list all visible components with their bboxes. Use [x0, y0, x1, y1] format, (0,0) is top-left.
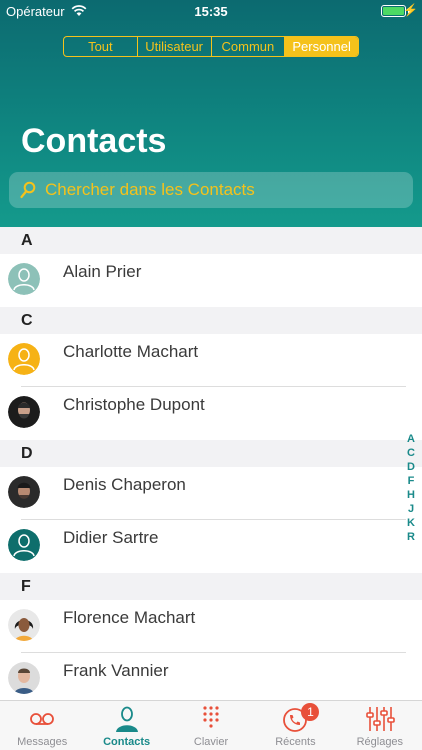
tab-recents[interactable]: 1 Récents	[253, 701, 337, 750]
tab-label: Messages	[17, 736, 68, 748]
tab-reglages[interactable]: Réglages	[338, 701, 422, 750]
person-icon	[115, 706, 138, 732]
contact-name: Charlotte Machart	[63, 342, 199, 361]
notification-badge: 1	[301, 703, 320, 721]
avatar	[8, 343, 40, 375]
sliders-icon	[366, 707, 395, 731]
index-letter[interactable]: A	[404, 432, 418, 446]
search-icon	[20, 181, 36, 199]
contact-row[interactable]: Alain Prier	[0, 254, 422, 307]
avatar	[8, 476, 40, 508]
contact-row[interactable]: Didier Sartre	[0, 520, 422, 573]
avatar	[8, 396, 40, 428]
segment-commun[interactable]: Commun	[212, 37, 286, 56]
contact-name: Alain Prier	[63, 262, 142, 281]
status-bar: Opérateur 15:35 ⚡	[0, 0, 422, 22]
index-letter[interactable]: H	[404, 488, 418, 502]
search-input[interactable]	[45, 172, 405, 208]
contact-name: Didier Sartre	[63, 528, 159, 547]
segment-personnel[interactable]: Personnel	[285, 37, 358, 56]
contact-row[interactable]: Charlotte Machart	[0, 334, 422, 387]
contact-photo	[8, 476, 40, 508]
section-header-c: C	[0, 307, 422, 334]
section-index[interactable]: A C D F H J K R	[404, 432, 418, 544]
index-letter[interactable]: F	[404, 474, 418, 488]
index-letter[interactable]: C	[404, 446, 418, 460]
tab-messages[interactable]: Messages	[0, 701, 84, 750]
section-header-f: F	[0, 573, 422, 600]
contact-list[interactable]: A Alain Prier C Charlotte Machart Christ…	[0, 227, 422, 700]
tab-label: Récents	[275, 736, 316, 748]
header: Opérateur 15:35 ⚡ Tout Utilisateur Commu…	[0, 0, 422, 227]
contact-name: Denis Chaperon	[63, 475, 186, 494]
avatar	[8, 662, 40, 694]
person-placeholder-icon	[8, 529, 40, 561]
contact-name: Christophe Dupont	[63, 395, 205, 414]
voicemail-icon	[30, 713, 55, 725]
contact-name: Florence Machart	[63, 608, 196, 627]
tab-clavier[interactable]: Clavier	[169, 701, 253, 750]
page-title: Contacts	[21, 122, 167, 160]
index-letter[interactable]: K	[404, 516, 418, 530]
tab-bar: Messages Contacts Clavier 1 Récents Régl…	[0, 700, 422, 750]
person-placeholder-icon	[8, 343, 40, 375]
contact-name: Frank Vannier	[63, 661, 169, 680]
contact-photo	[8, 662, 40, 694]
tab-label: Contacts	[103, 736, 151, 748]
contact-row[interactable]: Christophe Dupont	[0, 387, 422, 440]
segment-utilisateur[interactable]: Utilisateur	[138, 37, 212, 56]
avatar	[8, 529, 40, 561]
index-letter[interactable]: D	[404, 460, 418, 474]
keypad-icon	[203, 706, 219, 728]
clock: 15:35	[194, 4, 228, 19]
segment-tout[interactable]: Tout	[64, 37, 138, 56]
contact-row[interactable]: Florence Machart	[0, 600, 422, 653]
avatar	[8, 609, 40, 641]
search-bar[interactable]	[9, 172, 413, 208]
section-header-a: A	[0, 227, 422, 254]
tab-contacts[interactable]: Contacts	[84, 701, 168, 750]
contact-photo	[8, 396, 40, 428]
section-header-d: D	[0, 440, 422, 467]
contact-row[interactable]: Denis Chaperon	[0, 467, 422, 520]
filter-segmented-control[interactable]: Tout Utilisateur Commun Personnel	[63, 36, 359, 57]
avatar	[8, 263, 40, 295]
person-placeholder-icon	[8, 263, 40, 295]
contact-photo	[8, 609, 40, 641]
tab-label: Réglages	[356, 736, 404, 748]
charging-icon: ⚡	[403, 3, 418, 17]
contact-row[interactable]: Frank Vannier	[0, 653, 422, 700]
tab-label: Clavier	[193, 736, 229, 748]
index-letter[interactable]: J	[404, 502, 418, 516]
index-letter[interactable]: R	[404, 530, 418, 544]
